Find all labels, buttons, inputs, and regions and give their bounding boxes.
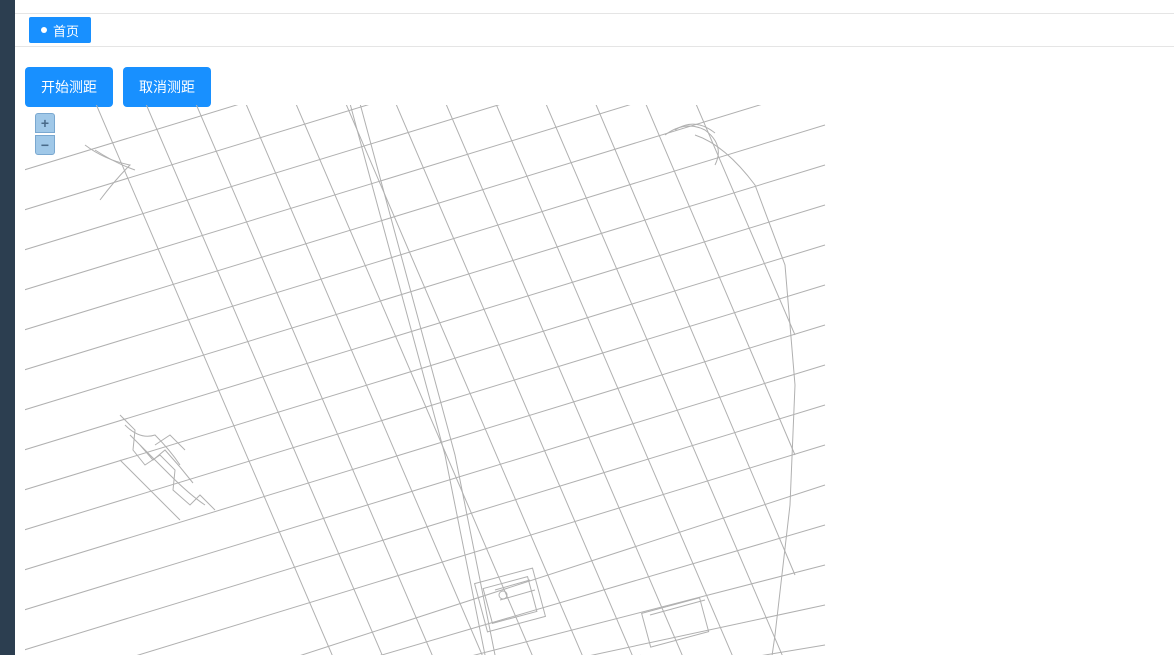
content-area: 开始测距 取消测距 + −	[15, 47, 1174, 655]
sidebar	[0, 0, 15, 655]
zoom-controls: + −	[35, 113, 55, 155]
map-canvas[interactable]	[25, 105, 1174, 655]
top-bar	[15, 0, 1174, 14]
tab-active-dot-icon	[41, 27, 47, 33]
start-measure-button[interactable]: 开始测距	[25, 67, 113, 107]
zoom-out-button[interactable]: −	[35, 135, 55, 155]
tab-bar: 首页	[15, 14, 1174, 47]
toolbar: 开始测距 取消测距	[25, 67, 211, 107]
tab-home[interactable]: 首页	[29, 17, 91, 43]
cancel-measure-button[interactable]: 取消测距	[123, 67, 211, 107]
map-svg	[25, 105, 1174, 655]
zoom-in-button[interactable]: +	[35, 113, 55, 133]
tab-home-label: 首页	[53, 21, 79, 40]
